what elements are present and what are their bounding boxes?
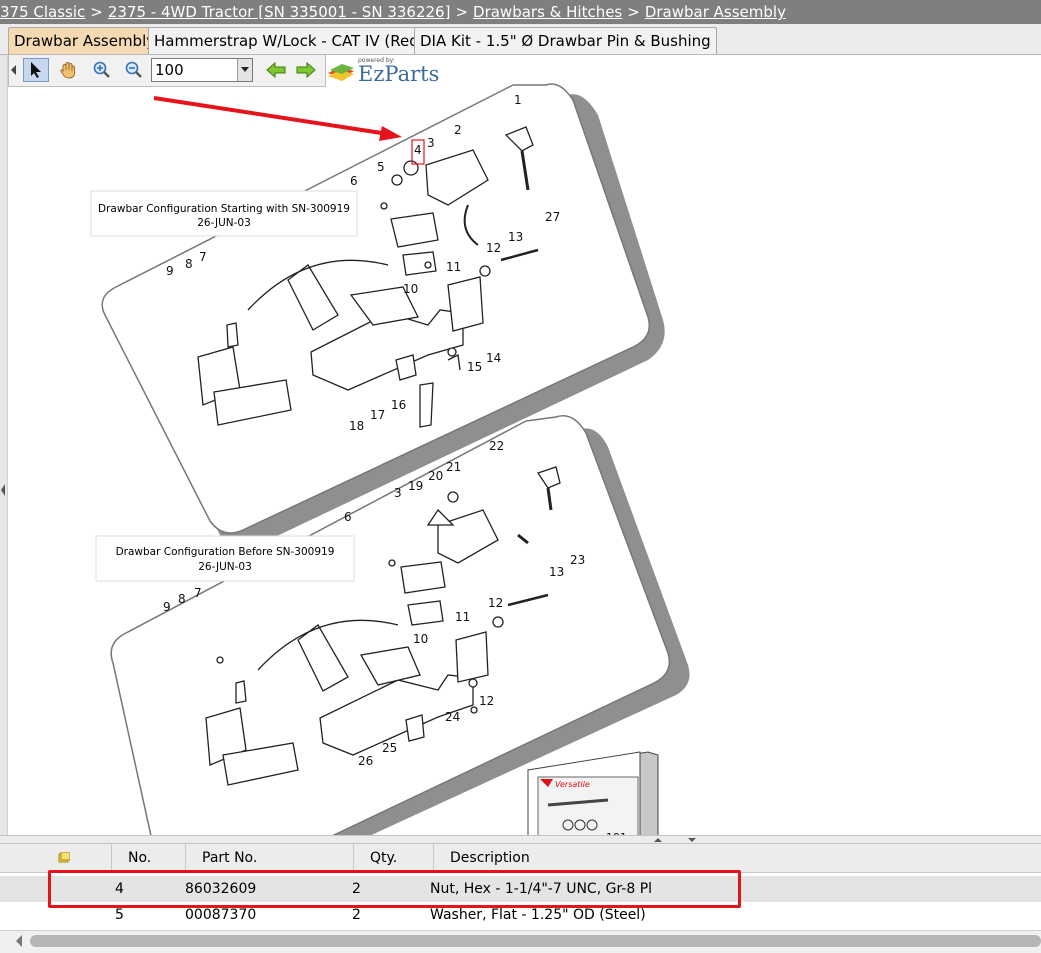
breadcrumb: 375 Classic >2375 - 4WD Tractor [SN 33500… [0, 0, 1041, 24]
callout-6[interactable]: 6 [350, 174, 358, 188]
callout-4[interactable]: 4 [414, 143, 422, 157]
toolbar-scroll-left-icon[interactable] [9, 58, 19, 82]
horizontal-scrollbar[interactable] [0, 930, 1041, 953]
callout-b26[interactable]: 26 [358, 754, 373, 768]
col-header-description[interactable]: Description [433, 844, 1041, 872]
forward-arrow-icon[interactable] [293, 58, 319, 82]
zoom-level-select[interactable]: 100 [151, 58, 253, 82]
breadcrumb-separator: > [90, 3, 103, 21]
breadcrumb-link-category[interactable]: Drawbars & Hitches [473, 3, 622, 21]
zoom-in-icon[interactable] [89, 58, 115, 82]
exploded-parts-diagram: Drawbar Configuration Starting with SN-3… [90, 83, 690, 835]
callout-10[interactable]: 10 [403, 282, 418, 296]
diagram-viewer[interactable]: 100 powered by: EzParts Drawbar Configur… [7, 55, 1041, 835]
callout-b11[interactable]: 11 [455, 610, 470, 624]
tab-bar: Drawbar Assembly Hammerstrap W/Lock - CA… [0, 24, 1041, 55]
callout-12[interactable]: 12 [486, 241, 501, 255]
zoom-out-icon[interactable] [121, 58, 147, 82]
splitter-arrows-icon[interactable] [650, 836, 700, 844]
callout-2[interactable]: 2 [454, 123, 462, 137]
ezparts-logo: powered by: EzParts [326, 57, 446, 86]
zoom-level-value: 100 [155, 61, 184, 79]
callout-15[interactable]: 15 [467, 360, 482, 374]
books-logo-icon [328, 64, 354, 81]
caption-bottom-line1: Drawbar Configuration Before SN-300919 [116, 546, 335, 558]
tab-dia-kit[interactable]: DIA Kit - 1.5" Ø Drawbar Pin & Bushing [414, 27, 717, 54]
scroll-left-icon[interactable] [14, 935, 24, 947]
callout-5[interactable]: 5 [377, 160, 385, 174]
callout-b10[interactable]: 10 [413, 632, 428, 646]
callout-b7[interactable]: 7 [194, 586, 202, 600]
callout-b12b[interactable]: 12 [479, 694, 494, 708]
breadcrumb-separator: > [627, 3, 640, 21]
annotation-arrow [153, 96, 402, 141]
callout-b24[interactable]: 24 [445, 710, 460, 724]
caption-bottom: Drawbar Configuration Before SN-300919 2… [95, 535, 355, 582]
caption-bottom-line2: 26-JUN-03 [198, 561, 252, 573]
callout-b12[interactable]: 12 [488, 596, 503, 610]
callout-13[interactable]: 13 [508, 230, 523, 244]
callout-3[interactable]: 3 [427, 136, 435, 150]
collapse-arrow-icon[interactable] [0, 480, 7, 500]
breadcrumb-link-assembly[interactable]: Drawbar Assembly [645, 3, 786, 21]
pointer-icon[interactable] [23, 58, 49, 82]
breadcrumb-separator: > [455, 3, 469, 21]
callout-14[interactable]: 14 [486, 351, 501, 365]
grid-header: No. Part No. Qty. Description [0, 844, 1041, 873]
grid-splitter[interactable] [0, 835, 1041, 844]
callout-7[interactable]: 7 [199, 250, 207, 264]
col-header-qty[interactable]: Qty. [353, 844, 433, 872]
callout-1[interactable]: 1 [514, 93, 522, 107]
selected-row-annotation [48, 870, 741, 908]
callout-b13[interactable]: 13 [549, 565, 564, 579]
breadcrumb-link-tractor[interactable]: 2375 - 4WD Tractor [SN 335001 - SN 33622… [108, 3, 451, 21]
kit-box-illustration: Versatile 101 [527, 751, 659, 835]
tab-drawbar-assembly[interactable]: Drawbar Assembly [8, 27, 162, 54]
callout-b6[interactable]: 6 [344, 510, 352, 524]
callout-b9[interactable]: 9 [163, 600, 171, 614]
callout-11[interactable]: 11 [446, 260, 461, 274]
notes-icon [58, 851, 71, 863]
ezparts-logo-text: EzParts [358, 62, 440, 86]
callout-17[interactable]: 17 [370, 408, 385, 422]
callout-8[interactable]: 8 [185, 257, 193, 271]
callout-b23[interactable]: 23 [570, 553, 585, 567]
callout-b3[interactable]: 3 [394, 486, 402, 500]
chevron-down-icon[interactable] [237, 59, 252, 81]
callout-b8[interactable]: 8 [178, 592, 186, 606]
caption-top-line1: Drawbar Configuration Starting with SN-3… [98, 203, 350, 215]
hand-pan-icon[interactable] [55, 58, 81, 82]
callout-18[interactable]: 18 [349, 419, 364, 433]
callout-b22[interactable]: 22 [489, 439, 504, 453]
callout-b19[interactable]: 19 [408, 479, 423, 493]
scrollbar-thumb[interactable] [30, 935, 1041, 947]
callout-b20[interactable]: 20 [428, 469, 443, 483]
breadcrumb-link-model[interactable]: 375 Classic [0, 3, 85, 21]
callout-b21[interactable]: 21 [446, 460, 461, 474]
callout-9[interactable]: 9 [166, 264, 174, 278]
callout-27[interactable]: 27 [545, 210, 560, 224]
brand-label: Versatile [555, 780, 590, 789]
col-header-no[interactable]: No. [111, 844, 185, 872]
caption-top-line2: 26-JUN-03 [197, 217, 251, 229]
back-arrow-icon[interactable] [263, 58, 289, 82]
tab-hammerstrap[interactable]: Hammerstrap W/Lock - CAT IV (Red) [148, 27, 431, 54]
caption-top: Drawbar Configuration Starting with SN-3… [90, 190, 358, 237]
callout-16[interactable]: 16 [391, 398, 406, 412]
viewer-toolbar: 100 [8, 55, 326, 87]
col-header-part-no[interactable]: Part No. [185, 844, 353, 872]
col-header-icon[interactable] [8, 844, 111, 872]
callout-b25[interactable]: 25 [382, 741, 397, 755]
